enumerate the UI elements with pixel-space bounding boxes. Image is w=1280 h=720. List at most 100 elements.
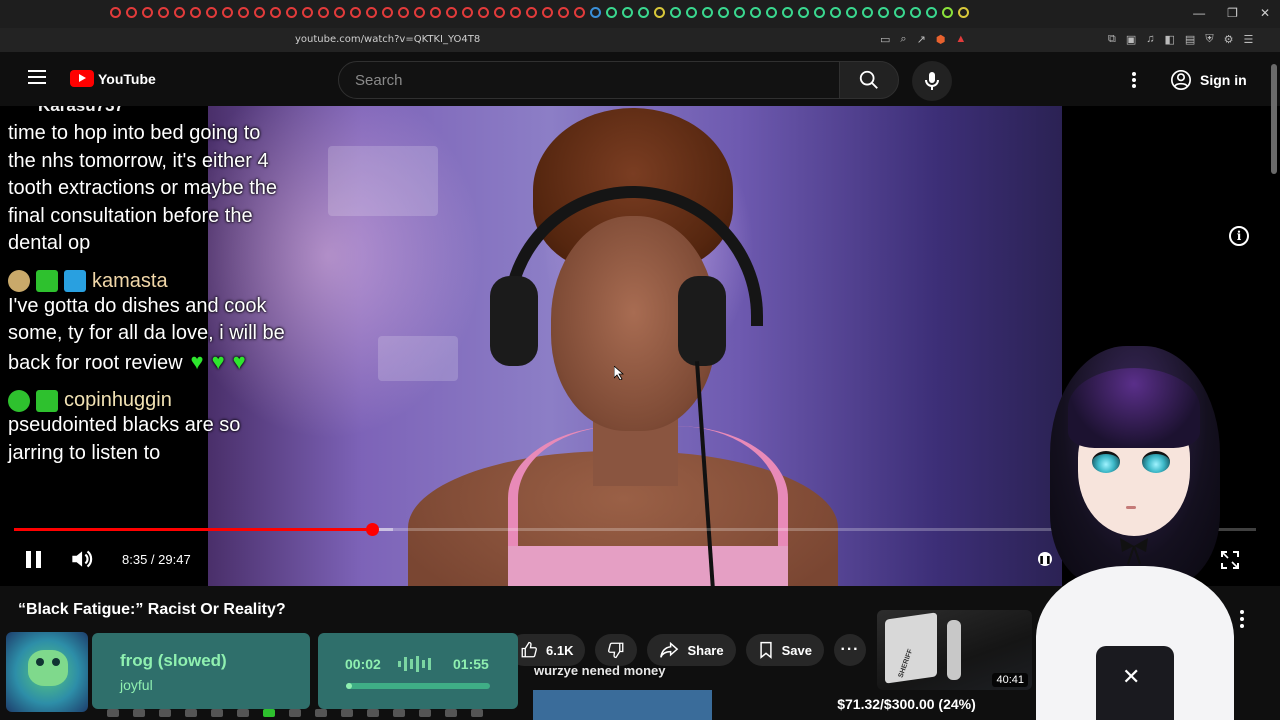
browser-tab-favicon[interactable] [862, 7, 873, 18]
volume-icon[interactable] [68, 546, 94, 577]
progress-scrubber[interactable] [365, 523, 379, 536]
browser-tab-favicon[interactable] [334, 7, 345, 18]
taskbar-icon[interactable] [367, 709, 379, 717]
browser-tab-favicon[interactable] [350, 7, 361, 18]
browser-tab-favicon[interactable] [734, 7, 745, 18]
browser-tab-favicon[interactable] [318, 7, 329, 18]
taskbar-icon[interactable] [263, 709, 275, 717]
browser-tab-favicon[interactable] [446, 7, 457, 18]
browser-tab-favicon[interactable] [254, 7, 265, 18]
more-horiz-icon[interactable]: ··· [833, 634, 866, 666]
browser-tab-favicon[interactable] [270, 7, 281, 18]
dislike-button[interactable] [595, 634, 638, 666]
save-button[interactable]: Save [745, 634, 824, 666]
scrollbar-thumb[interactable] [1271, 64, 1277, 174]
browser-tab-favicon[interactable] [590, 7, 601, 18]
browser-tab-favicon[interactable] [190, 7, 201, 18]
video-frame[interactable] [208, 106, 1062, 586]
signin-button[interactable]: Sign in [1162, 63, 1259, 97]
browser-tab-favicon[interactable] [462, 7, 473, 18]
browser-tab-favicon[interactable] [494, 7, 505, 18]
voice-search-button[interactable] [912, 61, 952, 101]
browser-tab-favicon[interactable] [814, 7, 825, 18]
search-input[interactable] [355, 71, 823, 89]
browser-tab-favicon[interactable] [670, 7, 681, 18]
like-button[interactable]: 6.1K [508, 634, 586, 666]
share-page-icon[interactable]: ↗ [917, 33, 926, 46]
wallet-icon[interactable]: ▤ [1185, 33, 1195, 46]
taskbar-icon[interactable] [419, 709, 431, 717]
vpn-icon[interactable]: ⛨ [1205, 33, 1213, 46]
address-bar[interactable]: youtube.com/watch?v=QKTKI_YO4T8 ▭ ⌕ ↗ ⬢ … [0, 28, 1280, 52]
browser-tab-favicon[interactable] [846, 7, 857, 18]
url-text[interactable]: youtube.com/watch?v=QKTKI_YO4T8 [295, 34, 480, 45]
media-icon[interactable]: ♫ [1146, 33, 1154, 46]
search-box[interactable] [338, 61, 840, 99]
more-vert-icon[interactable] [1124, 69, 1144, 91]
restore-icon[interactable]: ❐ [1227, 6, 1238, 20]
zoom-icon[interactable]: ⌕ [900, 33, 906, 46]
browser-tabs[interactable] [110, 7, 969, 18]
browser-tab-favicon[interactable] [926, 7, 937, 18]
taskbar-icon[interactable] [159, 709, 171, 717]
browser-tab-favicon[interactable] [414, 7, 425, 18]
browser-tab-favicon[interactable] [942, 7, 953, 18]
taskbar-icon[interactable] [211, 709, 223, 717]
youtube-logo[interactable]: YouTube [70, 70, 156, 87]
taskbar-icon[interactable] [107, 709, 119, 717]
browser-tab-favicon[interactable] [542, 7, 553, 18]
browser-tab-favicon[interactable] [766, 7, 777, 18]
browser-tab-favicon[interactable] [878, 7, 889, 18]
browser-tab-favicon[interactable] [206, 7, 217, 18]
browser-tab-favicon[interactable] [142, 7, 153, 18]
browser-tab-favicon[interactable] [958, 7, 969, 18]
hamburger-icon[interactable] [28, 70, 46, 84]
page-scrollbar[interactable] [1268, 52, 1280, 720]
menu-icon[interactable]: ☰ [1243, 33, 1253, 46]
taskbar-icon[interactable] [341, 709, 353, 717]
suggested-video-thumbnail[interactable]: SHERIFF 40:41 [877, 610, 1032, 690]
browser-tab-favicon[interactable] [782, 7, 793, 18]
browser-tab-favicon[interactable] [158, 7, 169, 18]
tab-search-icon[interactable]: ▣ [1126, 33, 1136, 46]
pause-icon[interactable] [22, 548, 44, 570]
browser-tab-favicon[interactable] [366, 7, 377, 18]
browser-tab-favicon[interactable] [798, 7, 809, 18]
browser-tab-favicon[interactable] [286, 7, 297, 18]
browser-tab-favicon[interactable] [750, 7, 761, 18]
minimize-icon[interactable]: — [1193, 6, 1205, 20]
suggested-video-menu-icon[interactable] [1240, 610, 1244, 628]
sidebar-icon[interactable]: ◧ [1165, 33, 1175, 46]
browser-tab-favicon[interactable] [526, 7, 537, 18]
browser-tab-favicon[interactable] [574, 7, 585, 18]
browser-tab-favicon[interactable] [638, 7, 649, 18]
browser-tab-favicon[interactable] [222, 7, 233, 18]
taskbar-icon[interactable] [393, 709, 405, 717]
taskbar-icon[interactable] [315, 709, 327, 717]
browser-tab-favicon[interactable] [686, 7, 697, 18]
cast-icon[interactable]: ▭ [880, 33, 890, 46]
browser-tab-favicon[interactable] [238, 7, 249, 18]
browser-tab-favicon[interactable] [558, 7, 569, 18]
info-icon[interactable]: i [1229, 226, 1249, 246]
browser-tab-favicon[interactable] [830, 7, 841, 18]
share-button[interactable]: Share [647, 634, 736, 666]
browser-tab-favicon[interactable] [718, 7, 729, 18]
browser-tab-favicon[interactable] [478, 7, 489, 18]
search-button[interactable] [839, 61, 899, 99]
browser-tab-favicon[interactable] [174, 7, 185, 18]
browser-tab-favicon[interactable] [430, 7, 441, 18]
browser-tab-favicon[interactable] [398, 7, 409, 18]
taskbar-icon[interactable] [471, 709, 483, 717]
browser-tab-favicon[interactable] [126, 7, 137, 18]
browser-tab-favicon[interactable] [654, 7, 665, 18]
browser-tab-favicon[interactable] [622, 7, 633, 18]
browser-tab-favicon[interactable] [510, 7, 521, 18]
browser-tab-favicon[interactable] [302, 7, 313, 18]
brave-shield-icon[interactable]: ⬢ [936, 33, 946, 46]
browser-tab-favicon[interactable] [702, 7, 713, 18]
settings-icon[interactable]: ⚙ [1224, 33, 1234, 46]
taskbar-icon[interactable] [237, 709, 249, 717]
browser-tab-favicon[interactable] [606, 7, 617, 18]
browser-tab-favicon[interactable] [894, 7, 905, 18]
